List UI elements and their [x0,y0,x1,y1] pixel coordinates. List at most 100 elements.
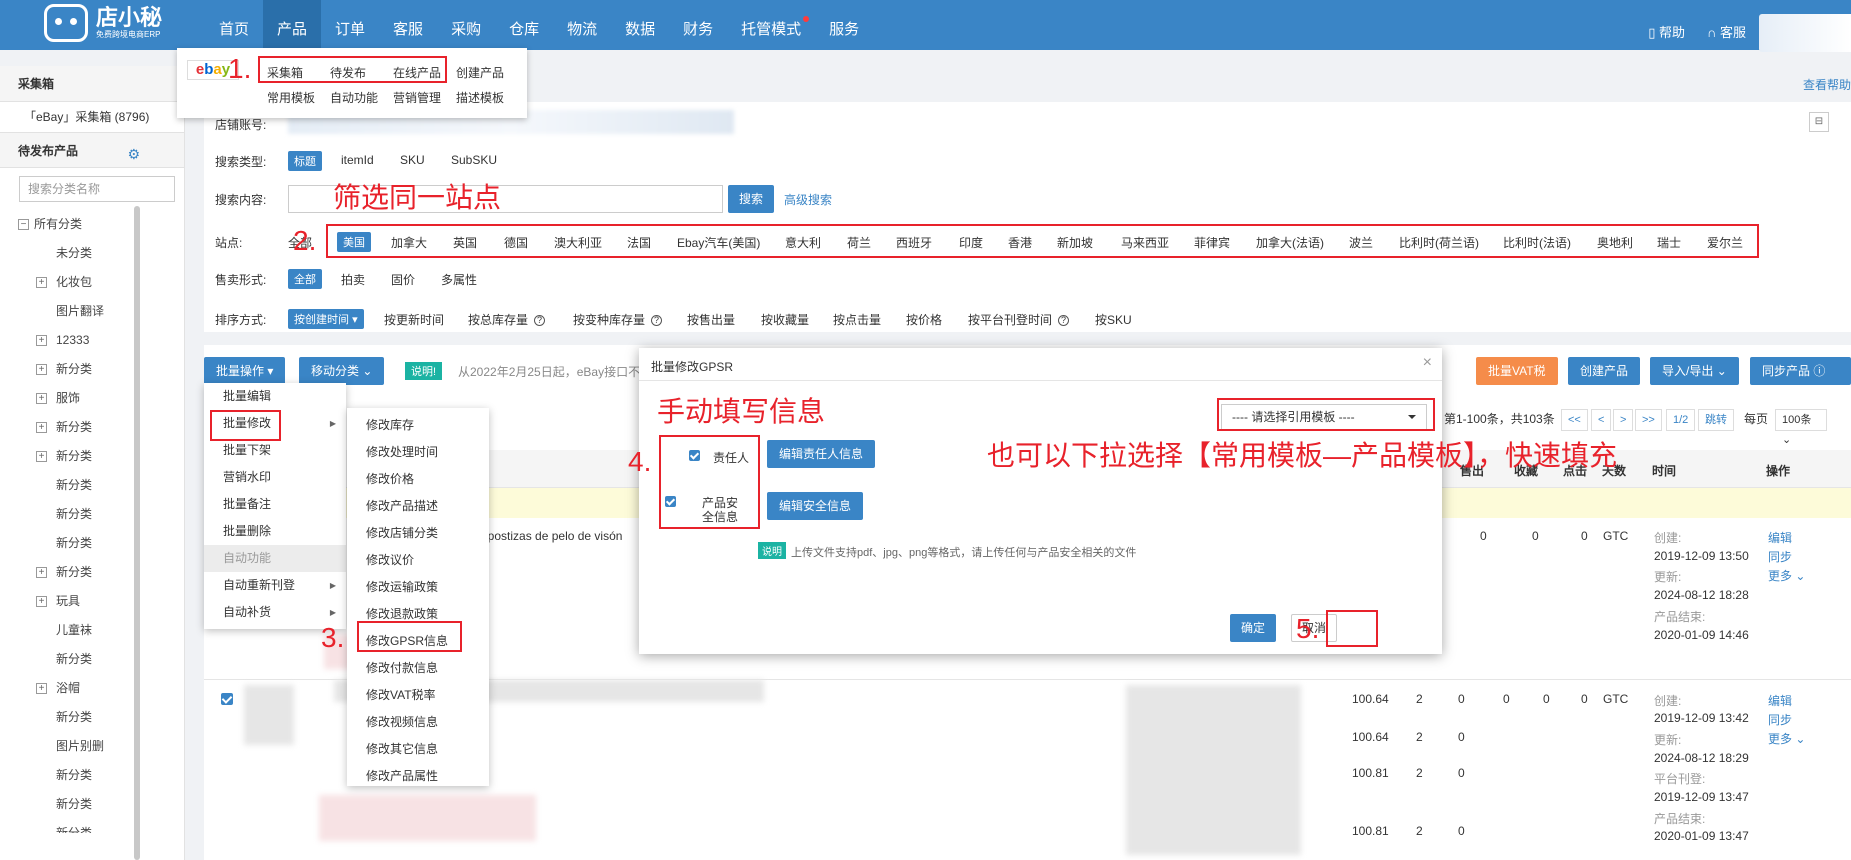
nav-hosting[interactable]: 托管模式 [727,0,815,50]
row1-edit-link[interactable]: 编辑 [1768,529,1792,546]
tree-item[interactable]: 新分类 [18,819,173,833]
menu-auto-functions[interactable]: 自动功能 [330,89,378,106]
collapse-icon[interactable]: − [18,219,29,230]
sort-sku[interactable]: 按SKU [1095,311,1132,328]
search-type-sku[interactable]: SKU [400,153,425,167]
expand-icon[interactable]: + [36,335,47,346]
gear-icon[interactable]: ⚙ [127,146,140,163]
service-link[interactable]: ∩ 客服 [1707,22,1746,41]
advanced-search-link[interactable]: 高级搜索 [784,191,832,208]
tree-item[interactable]: 新分类 [18,703,173,732]
menu-common-templates[interactable]: 常用模板 [267,89,315,106]
modify-price-item[interactable]: 修改价格 [347,466,489,493]
nav-product[interactable]: 产品 [263,0,322,50]
logo[interactable]: 店小秘 免费跨境电商ERP [44,4,162,42]
menu-desc-templates[interactable]: 描述模板 [456,89,504,106]
tree-item[interactable]: +12333 [18,326,173,355]
row1-more-link[interactable]: 更多 ⌄ [1768,567,1805,584]
nav-purchase[interactable]: 采购 [437,0,495,50]
marketing-watermark-item[interactable]: 营销水印 [204,464,346,491]
tree-item[interactable]: + 新分类 [18,355,173,384]
modify-handling-time-item[interactable]: 修改处理时间 [347,439,489,466]
auto-relist-item[interactable]: 自动重新刊登 ▶ [204,572,346,599]
tree-item[interactable]: 新分类 [18,500,173,529]
search-type-itemid[interactable]: itemId [341,153,374,167]
nav-warehouse[interactable]: 仓库 [495,0,553,50]
expand-icon[interactable]: + [36,683,47,694]
nav-customer-service[interactable]: 客服 [379,0,437,50]
view-help-link[interactable]: 查看帮助 [1803,76,1851,93]
help-icon[interactable]: ? [534,315,546,326]
modify-description-item[interactable]: 修改产品描述 [347,493,489,520]
sort-total-stock[interactable]: 按总库存量? [468,311,546,328]
tree-item[interactable]: 新分类 [18,471,173,500]
move-category-button[interactable]: 移动分类 ⌄ [299,357,385,385]
row2-edit-link[interactable]: 编辑 [1768,692,1792,709]
confirm-button[interactable]: 确定 [1230,614,1276,642]
per-page-select[interactable]: 100条 ⌄ [1775,409,1827,446]
modify-attributes-item[interactable]: 修改产品属性 [347,763,489,790]
tree-item[interactable]: + 新分类 [18,558,173,587]
modify-other-item[interactable]: 修改其它信息 [347,736,489,763]
modify-shipping-policy-item[interactable]: 修改运输政策 [347,574,489,601]
row2-thumbnail[interactable] [244,685,294,745]
row2-sync-link[interactable]: 同步 [1768,711,1792,728]
tree-item[interactable]: − 所有分类 [18,210,173,239]
create-product-button[interactable]: 创建产品 [1568,357,1641,385]
tree-item[interactable]: + 化妆包 [18,268,173,297]
modify-store-category-item[interactable]: 修改店铺分类 [347,520,489,547]
expand-icon[interactable]: + [36,567,47,578]
row2-checkbox[interactable] [221,693,233,705]
menu-marketing[interactable]: 营销管理 [393,89,441,106]
expand-icon[interactable]: + [36,451,47,462]
sidebar-item-ebay-box[interactable]: 「eBay」采集箱 (8796) [0,102,184,132]
tree-item[interactable]: + 浴帽 [18,674,173,703]
tree-item[interactable]: 新分类 [18,761,173,790]
sale-type-auction[interactable]: 拍卖 [341,271,365,288]
menu-create-product[interactable]: 创建产品 [456,64,504,81]
batch-delete-item[interactable]: 批量删除 [204,518,346,545]
sync-product-button[interactable]: 同步产品 ⓘ [1750,357,1851,385]
row1-sync-link[interactable]: 同步 [1768,548,1792,565]
close-icon[interactable]: × [1423,354,1432,372]
sort-sold[interactable]: 按售出量 [687,311,735,328]
search-type-title[interactable]: 标题 [288,151,322,171]
import-export-button[interactable]: 导入/导出 ⌄ [1650,357,1739,385]
pager-prev-button[interactable]: < [1591,409,1612,431]
sort-variant-stock[interactable]: 按变种库存量? [573,311,663,328]
modify-video-item[interactable]: 修改视频信息 [347,709,489,736]
col-time[interactable]: 时间 [1652,462,1676,479]
sort-listing-time[interactable]: 按平台刊登时间? [968,311,1070,328]
tree-item[interactable]: + 新分类 [18,413,173,442]
help-link[interactable]: ▯ 帮助 [1648,22,1685,41]
nav-data[interactable]: 数据 [611,0,669,50]
expand-icon[interactable]: + [36,422,47,433]
category-search-input[interactable]: 搜索分类名称 [19,176,175,202]
pager-first-button[interactable]: << [1561,409,1588,431]
collapse-panel-icon[interactable]: ⊟ [1809,112,1829,132]
expand-icon[interactable]: + [36,277,47,288]
nav-orders[interactable]: 订单 [321,0,379,50]
expand-icon[interactable]: + [36,364,47,375]
sort-favorites[interactable]: 按收藏量 [761,311,809,328]
edit-responsible-button[interactable]: 编辑责任人信息 [767,440,876,468]
sort-created-time[interactable]: 按创建时间 ▾ [288,309,364,329]
tree-item[interactable]: 新分类 [18,645,173,674]
sale-type-fixed[interactable]: 固价 [391,271,415,288]
modify-vat-item[interactable]: 修改VAT税率 [347,682,489,709]
tree-item[interactable]: 未分类 [18,239,173,268]
expand-icon[interactable]: + [36,596,47,607]
pager-next-button[interactable]: > [1613,409,1634,431]
tree-item[interactable]: 儿童袜 [18,616,173,645]
sort-price[interactable]: 按价格 [906,311,942,328]
tree-item[interactable]: 图片别删 [18,732,173,761]
edit-safety-button[interactable]: 编辑安全信息 [767,492,864,520]
nav-logistics[interactable]: 物流 [553,0,611,50]
nav-services[interactable]: 服务 [815,0,873,50]
tree-item[interactable]: 新分类 [18,529,173,558]
modify-payment-item[interactable]: 修改付款信息 [347,655,489,682]
sort-updated-time[interactable]: 按更新时间 [384,311,444,328]
sale-type-all[interactable]: 全部 [288,269,322,289]
help-icon[interactable]: ? [1058,315,1070,326]
batch-vat-button[interactable]: 批量VAT税 [1476,357,1558,385]
